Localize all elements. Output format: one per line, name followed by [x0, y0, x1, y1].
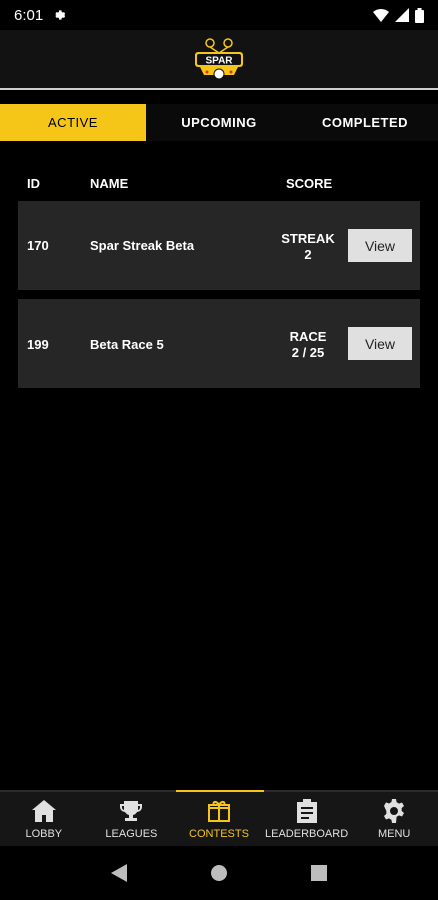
contest-id: 199 [27, 337, 49, 352]
nav-label: CONTESTS [189, 828, 249, 840]
nav-leagues[interactable]: LEAGUES [88, 792, 176, 846]
home-circle-icon[interactable] [210, 864, 228, 882]
column-header-score: SCORE [286, 176, 333, 191]
contest-tabs: ACTIVE UPCOMING COMPLETED [0, 104, 438, 141]
clipboard-icon [294, 798, 320, 824]
tab-active[interactable]: ACTIVE [0, 104, 146, 141]
spar-logo: SPAR [195, 38, 243, 80]
settings-gear-icon [55, 10, 66, 20]
trophy-icon [118, 798, 144, 824]
contest-id: 170 [27, 238, 49, 253]
contest-score: RACE 2 / 25 [276, 329, 340, 361]
tab-upcoming[interactable]: UPCOMING [146, 104, 292, 141]
tab-completed[interactable]: COMPLETED [292, 104, 438, 141]
table-row: 170 Spar Streak Beta STREAK 2 View [18, 201, 420, 290]
score-type: RACE [289, 329, 327, 344]
nav-active-indicator [176, 790, 264, 792]
wifi-icon [373, 8, 389, 22]
status-icons [373, 7, 424, 23]
header-divider [0, 88, 438, 90]
contest-name: Spar Streak Beta [90, 238, 195, 253]
bottom-nav: LOBBY LEAGUES CONTESTS LEADERBOARD MENU [0, 790, 438, 846]
column-header-name: NAME [90, 176, 129, 191]
column-header-id: ID [27, 176, 40, 191]
table-header: ID NAME SCORE [0, 176, 438, 194]
nav-menu[interactable]: MENU [350, 792, 438, 846]
home-icon [31, 798, 57, 824]
gift-icon [206, 798, 232, 824]
nav-leaderboard[interactable]: LEADERBOARD [263, 792, 351, 846]
contest-name: Beta Race 5 [90, 337, 164, 352]
table-row: 199 Beta Race 5 RACE 2 / 25 View [18, 299, 420, 388]
nav-label: MENU [377, 828, 411, 840]
system-nav-bar [0, 846, 438, 900]
nav-lobby[interactable]: LOBBY [0, 792, 88, 846]
nav-label: LEAGUES [105, 828, 158, 840]
contest-score: STREAK 2 [276, 231, 340, 263]
nav-contests[interactable]: CONTESTS [175, 792, 263, 846]
score-value: 2 [304, 247, 312, 262]
status-bar: 6:01 [0, 0, 438, 30]
recents-square-icon[interactable] [310, 865, 327, 881]
status-time: 6:01 [14, 6, 44, 24]
score-value: 2 / 25 [291, 345, 325, 360]
battery-icon [415, 7, 424, 23]
app-header: SPAR [0, 30, 438, 88]
view-button[interactable]: View [348, 229, 412, 262]
back-icon[interactable] [111, 864, 128, 882]
nav-label: LOBBY [25, 828, 63, 840]
signal-icon [395, 8, 409, 22]
gear-icon [381, 798, 407, 824]
view-button[interactable]: View [348, 327, 412, 360]
logo-text: SPAR [205, 56, 233, 67]
score-type: STREAK [281, 231, 335, 246]
nav-label: LEADERBOARD [265, 828, 349, 840]
